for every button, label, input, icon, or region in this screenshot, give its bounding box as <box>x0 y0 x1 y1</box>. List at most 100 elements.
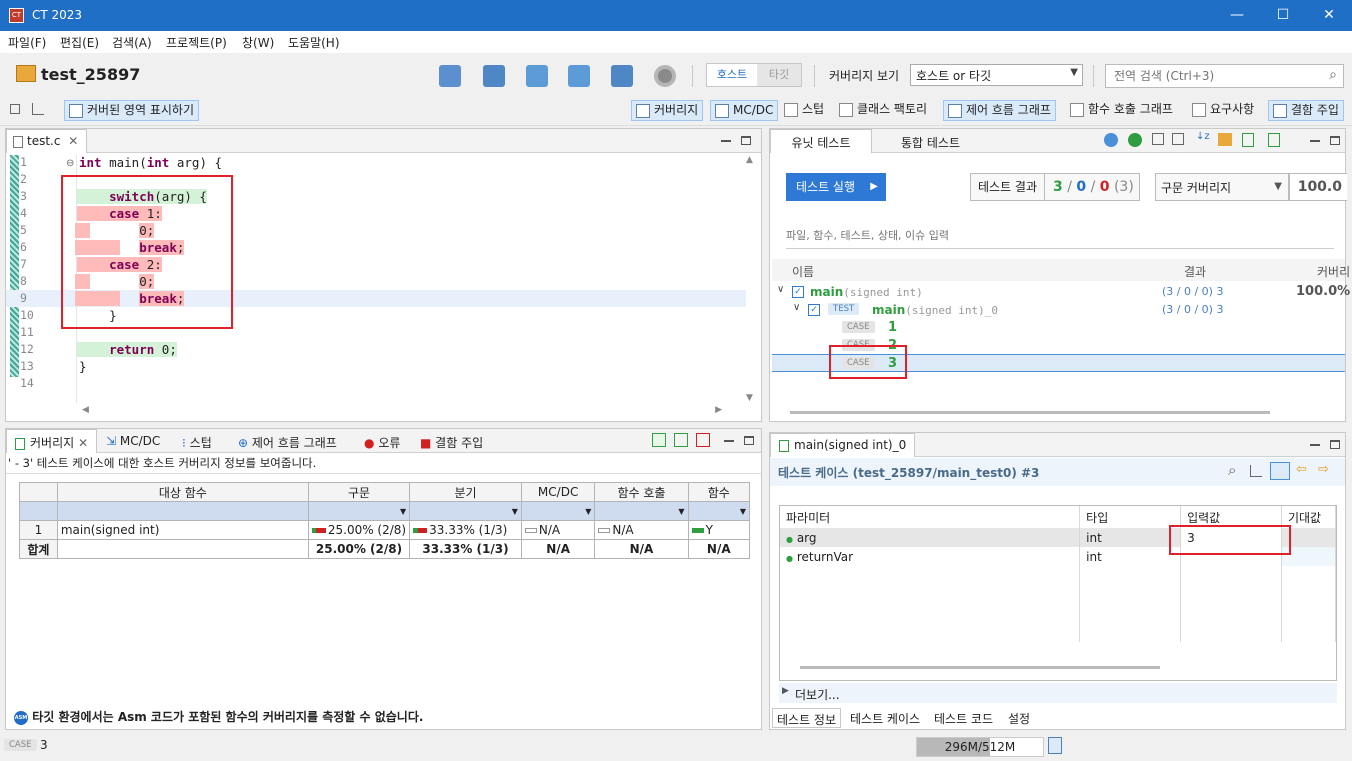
layout-icon[interactable] <box>652 433 666 447</box>
horizontal-scrollbar[interactable] <box>800 666 1160 669</box>
close-tab-icon[interactable]: ✕ <box>68 134 78 148</box>
checkbox[interactable]: ✓ <box>808 304 820 316</box>
export-report-icon[interactable] <box>696 433 710 447</box>
tab-unit-test[interactable]: 유닛 테스트 <box>770 129 872 153</box>
document-icon[interactable] <box>1268 133 1280 147</box>
control-flow-graph-button[interactable]: 제어 흐름 그래프 <box>943 100 1056 121</box>
search-icon[interactable]: ⌕ <box>1329 67 1337 83</box>
scroll-down-icon[interactable]: ▼ <box>746 393 753 403</box>
maximize-button[interactable]: ☐ <box>1260 0 1306 31</box>
fault-injection-button[interactable]: 결함 주입 <box>1268 100 1344 121</box>
forward-arrow-icon[interactable]: ⇨ <box>1318 462 1329 477</box>
horizontal-scrollbar[interactable]: ◀ ▶ <box>82 405 722 417</box>
header-cell[interactable]: MC/DC <box>520 482 596 502</box>
hierarchy-icon[interactable] <box>32 103 44 115</box>
menu-search[interactable]: 검색(A) <box>112 34 152 51</box>
filter-cell[interactable] <box>56 501 309 521</box>
tab-test-info[interactable]: 테스트 정보 <box>772 708 842 728</box>
back-arrow-icon[interactable]: ⇦ <box>1296 462 1307 477</box>
list-view-icon[interactable] <box>1270 462 1290 480</box>
run-check-icon[interactable] <box>1128 133 1142 147</box>
maximize-view-icon[interactable] <box>1330 440 1340 449</box>
header-cell[interactable]: 대상 함수 <box>56 482 309 502</box>
menu-edit[interactable]: 편집(E) <box>60 34 99 51</box>
fold-icon[interactable]: ⊖ <box>66 158 74 169</box>
minimize-button[interactable]: — <box>1214 0 1260 31</box>
maximize-view-icon[interactable] <box>741 136 751 145</box>
coverage-view-select[interactable]: 호스트 or 타깃 ▼ <box>910 64 1083 86</box>
collapse-all-icon[interactable] <box>1172 133 1184 145</box>
global-search-field[interactable]: ⌕ <box>1105 64 1344 88</box>
call-graph-button[interactable]: 함수 호출 그래프 <box>1066 100 1177 121</box>
menu-window[interactable]: 창(W) <box>242 34 274 51</box>
tree-row-test[interactable]: ∨ ✓ TEST main(signed int)_0 (3 / 0 / 0) … <box>772 301 1345 319</box>
tab-cfg[interactable]: ⊕ 제어 흐름 그래프 <box>238 434 337 451</box>
mode-host[interactable]: 호스트 <box>707 64 757 86</box>
new-test-icon[interactable] <box>439 65 461 87</box>
checkbox[interactable]: ✓ <box>792 286 804 298</box>
tab-test-case[interactable]: main(signed int)_0 <box>770 433 916 457</box>
expand-all-icon[interactable] <box>1152 133 1164 145</box>
import-icon[interactable] <box>526 65 548 87</box>
filter-input[interactable] <box>786 225 1326 245</box>
chevron-down-icon[interactable]: ∨ <box>793 302 800 313</box>
scroll-left-icon[interactable]: ◀ <box>82 405 89 415</box>
vertical-scrollbar[interactable]: ▲ ▼ <box>745 155 757 403</box>
code-line[interactable]: 1 int main(int arg) { <box>6 154 746 171</box>
stub-button[interactable]: 스텁 <box>780 100 828 121</box>
search-input[interactable] <box>1114 66 1314 86</box>
target-settings-icon[interactable] <box>611 65 633 87</box>
tab-test-c[interactable]: test.c ✕ <box>6 129 88 153</box>
header-cell[interactable]: 구문 <box>307 482 411 502</box>
mcdc-toggle-button[interactable]: MC/DC <box>710 100 779 121</box>
run-test-button[interactable]: 테스트 실행 ▶ <box>786 173 886 201</box>
minimize-view-icon[interactable] <box>721 140 731 142</box>
more-section[interactable]: ▶ 더보기... <box>779 683 1337 703</box>
menu-help[interactable]: 도움말(H) <box>288 34 340 51</box>
tab-coverage[interactable]: 커버리지 ✕ <box>6 429 98 453</box>
add-item-icon[interactable] <box>483 65 505 87</box>
header-cell[interactable]: 분기 <box>409 482 522 502</box>
show-covered-area-button[interactable]: 커버된 영역 표시하기 <box>64 100 199 121</box>
filter-field[interactable] <box>786 225 1334 249</box>
coverage-type-select[interactable]: 구문 커버리지 ▼ <box>1155 173 1289 201</box>
code-line[interactable]: 12 return 0; <box>6 341 746 358</box>
menu-file[interactable]: 파일(F) <box>8 34 46 51</box>
requirements-button[interactable]: 요구사항 <box>1188 100 1258 121</box>
scroll-up-icon[interactable]: ▲ <box>746 155 753 165</box>
tab-test-code[interactable]: 테스트 코드 <box>930 708 997 728</box>
search-icon[interactable]: ⌕ <box>1228 461 1236 479</box>
tab-error[interactable]: ● 오류 <box>364 434 400 451</box>
maximize-view-icon[interactable] <box>744 436 754 445</box>
trash-icon[interactable] <box>1048 737 1062 754</box>
chevron-down-icon[interactable]: ∨ <box>777 284 784 295</box>
scroll-right-icon[interactable]: ▶ <box>715 405 722 415</box>
minimize-view-icon[interactable] <box>1310 140 1320 142</box>
chevron-right-icon[interactable]: ▶ <box>782 686 789 696</box>
minimize-view-icon[interactable] <box>724 440 734 442</box>
close-tab-icon[interactable]: ✕ <box>78 436 88 450</box>
table-row[interactable]: 1 main(signed int) 25.00% (2/8) 33.33% (… <box>19 520 751 540</box>
restore-icon[interactable] <box>10 104 20 114</box>
analyze-icon[interactable] <box>1104 133 1118 147</box>
tree-row-case-1[interactable]: CASE 1 <box>772 319 1345 337</box>
filter-dropdown-icon[interactable]: ▼ <box>409 501 522 521</box>
code-line[interactable]: 13} <box>6 358 746 375</box>
tree-view-icon[interactable] <box>1250 465 1262 477</box>
filter-dropdown-icon[interactable]: ▼ <box>687 501 751 521</box>
header-cell[interactable]: 함수 호출 <box>594 482 689 502</box>
filter-dropdown-icon[interactable]: ▼ <box>307 501 411 521</box>
menu-project[interactable]: 프로젝트(P) <box>166 34 227 51</box>
sort-az-icon[interactable]: ↓z <box>1196 131 1210 142</box>
filter-dropdown-icon[interactable]: ▼ <box>594 501 689 521</box>
mode-target[interactable]: 타깃 <box>757 64 801 86</box>
tab-stub[interactable]: ⁝ 스텁 <box>182 434 212 451</box>
coverage-toggle-button[interactable]: 커버리지 <box>631 100 704 121</box>
maximize-view-icon[interactable] <box>1330 136 1340 145</box>
close-button[interactable]: ✕ <box>1306 0 1352 31</box>
folder-icon[interactable] <box>1218 133 1232 146</box>
header-cell[interactable]: 함수 <box>687 482 751 502</box>
minimize-view-icon[interactable] <box>1310 444 1320 446</box>
report-icon[interactable] <box>1242 133 1254 147</box>
tab-fault[interactable]: ■ 결함 주입 <box>420 434 483 451</box>
